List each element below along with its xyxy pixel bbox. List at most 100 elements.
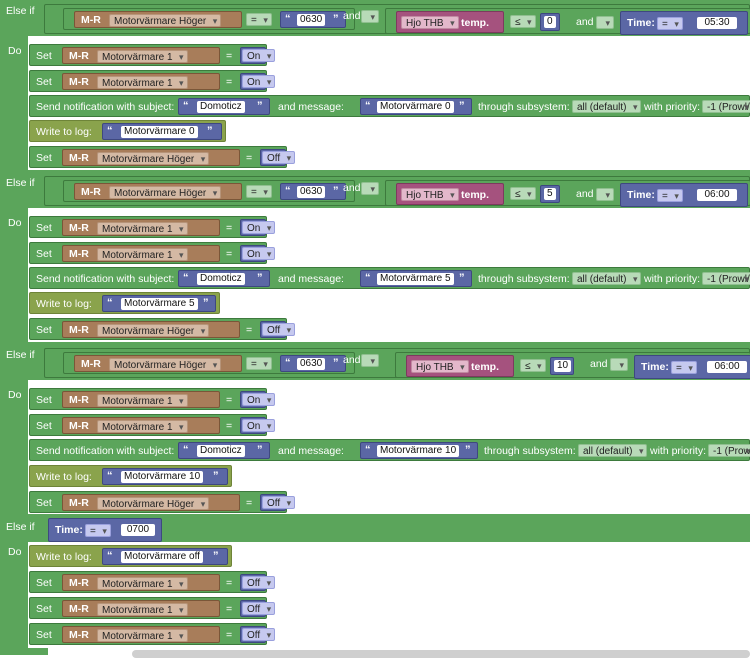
priority-dropdown[interactable]: -1 (Prow — [708, 444, 750, 458]
message-field[interactable]: Motorvärmare 5 — [377, 273, 454, 285]
set-block[interactable]: Set M-R Motorvärmare Höger = Off — [29, 318, 296, 340]
le-dropdown[interactable]: ≤ — [510, 15, 536, 29]
and-block[interactable]: Hjo THB temp. ≤ 5 and Time: = 06:00 — [385, 180, 750, 207]
device-dropdown[interactable]: Motorvärmare Höger — [109, 358, 222, 372]
subsystem-dropdown[interactable]: all (default) — [572, 272, 642, 286]
log-field[interactable]: Motorvärmare 5 — [121, 298, 198, 310]
device-block[interactable]: M-R Motorvärmare Höger — [62, 321, 240, 338]
state-dropdown[interactable]: Off — [242, 576, 276, 590]
set-block[interactable]: Set M-R Motorvärmare Höger = Off — [29, 146, 296, 168]
time-operator[interactable]: = — [671, 361, 697, 375]
state-dropdown[interactable]: On — [242, 247, 276, 261]
code-field[interactable]: 0630 — [297, 358, 326, 370]
condition-and-block[interactable]: M-R Motorvärmare Höger = “ 0630 ” and Hj… — [44, 348, 750, 379]
time-block[interactable]: Time: = 05:30 — [620, 11, 748, 35]
time-value[interactable]: 06:00 — [707, 361, 747, 373]
operator-dropdown[interactable]: = — [246, 357, 272, 371]
set-block[interactable]: Set M-R Motorvärmare 1 = Off — [29, 571, 276, 593]
and-dropdown[interactable] — [596, 188, 614, 202]
set-block[interactable]: Set M-R Motorvärmare 1 = On — [29, 44, 276, 66]
device-dropdown[interactable]: Motorvärmare 1 — [97, 76, 188, 90]
operator-dropdown[interactable]: = — [246, 13, 272, 27]
device-dropdown[interactable]: Motorvärmare Höger — [97, 152, 210, 166]
notification-block[interactable]: Send notification with subject: “ Domoti… — [29, 267, 750, 289]
condition-and-block[interactable]: M-R Motorvärmare Höger = “ 0630 ” and Hj… — [44, 176, 750, 207]
temp-value-block[interactable]: 5 — [540, 185, 560, 203]
subsystem-dropdown[interactable]: all (default) — [578, 444, 648, 458]
set-block[interactable]: Set M-R Motorvärmare 1 = On — [29, 242, 276, 264]
condition-and-block[interactable]: M-R Motorvärmare Höger = “ 0630 ” and Hj… — [44, 4, 750, 35]
set-block[interactable]: Set M-R Motorvärmare Höger = Off — [29, 491, 296, 513]
sensor-dropdown[interactable]: Hjo THB — [401, 16, 459, 30]
device-block[interactable]: M-R Motorvärmare Höger — [74, 355, 242, 372]
time-operator[interactable]: = — [657, 17, 683, 31]
message-block[interactable]: “ Motorvärmare 0 ” — [360, 98, 472, 115]
device-block[interactable]: M-R Motorvärmare 1 — [62, 417, 220, 434]
time-value[interactable]: 0700 — [121, 524, 155, 536]
state-block[interactable]: Off — [240, 574, 276, 591]
subject-block[interactable]: “ Domoticz ” — [178, 270, 270, 287]
temp-value[interactable]: 0 — [544, 16, 556, 28]
device-dropdown[interactable]: Motorvärmare Höger — [109, 186, 222, 200]
log-string-block[interactable]: “ Motorvärmare off ” — [102, 548, 228, 565]
device-block[interactable]: M-R Motorvärmare 1 — [62, 600, 220, 617]
temp-sensor-block[interactable]: Hjo THB temp. — [406, 355, 514, 377]
le-dropdown[interactable]: ≤ — [510, 187, 536, 201]
string-block[interactable]: “ 0630 ” — [280, 183, 346, 200]
device-dropdown[interactable]: Motorvärmare 1 — [97, 50, 188, 64]
state-dropdown[interactable]: On — [242, 49, 276, 63]
time-operator[interactable]: = — [85, 524, 111, 538]
state-dropdown[interactable]: Off — [262, 496, 296, 510]
horizontal-scrollbar[interactable] — [132, 650, 750, 658]
device-dropdown[interactable]: Motorvärmare 1 — [97, 394, 188, 408]
log-field[interactable]: Motorvärmare 10 — [121, 471, 204, 483]
sensor-dropdown[interactable]: Hjo THB — [411, 360, 469, 374]
device-dropdown[interactable]: Motorvärmare 1 — [97, 577, 188, 591]
message-field[interactable]: Motorvärmare 10 — [377, 445, 460, 457]
string-block[interactable]: “ 0630 ” — [280, 355, 346, 372]
set-block[interactable]: Set M-R Motorvärmare 1 = On — [29, 216, 276, 238]
temp-sensor-block[interactable]: Hjo THB temp. — [396, 11, 504, 33]
write-log-block[interactable]: Write to log: “ Motorvärmare 5 ” — [29, 292, 220, 314]
state-block[interactable]: On — [240, 219, 276, 236]
temp-value[interactable]: 10 — [554, 360, 572, 372]
temp-value[interactable]: 5 — [544, 188, 556, 200]
and-dropdown[interactable] — [361, 10, 379, 24]
notification-block[interactable]: Send notification with subject: “ Domoti… — [29, 95, 750, 117]
time-block[interactable]: Time: = 06:00 — [620, 183, 748, 207]
code-field[interactable]: 0630 — [297, 186, 326, 198]
subject-field[interactable]: Domoticz — [197, 273, 245, 285]
state-dropdown[interactable]: Off — [242, 628, 276, 642]
write-log-block[interactable]: Write to log: “ Motorvärmare off ” — [29, 545, 232, 567]
time-operator[interactable]: = — [657, 189, 683, 203]
and-block[interactable]: Hjo THB temp. ≤ 10 and Time: = 06:00 — [395, 352, 750, 379]
subsystem-dropdown[interactable]: all (default) — [572, 100, 642, 114]
priority-dropdown[interactable]: -1 (Prowl/ — [702, 100, 750, 114]
subject-field[interactable]: Domoticz — [197, 445, 245, 457]
state-block[interactable]: On — [240, 417, 276, 434]
and-dropdown[interactable] — [361, 354, 379, 368]
log-string-block[interactable]: “ Motorvärmare 5 ” — [102, 295, 216, 312]
le-dropdown[interactable]: ≤ — [520, 359, 546, 373]
device-block[interactable]: M-R Motorvärmare 1 — [62, 245, 220, 262]
device-dropdown[interactable]: Motorvärmare Höger — [97, 497, 210, 511]
device-block[interactable]: M-R Motorvärmare Höger — [62, 149, 240, 166]
log-string-block[interactable]: “ Motorvärmare 0 ” — [102, 123, 222, 140]
and-dropdown[interactable] — [361, 182, 379, 196]
device-block[interactable]: M-R Motorvärmare 1 — [62, 574, 220, 591]
time-value[interactable]: 06:00 — [697, 189, 737, 201]
write-log-block[interactable]: Write to log: “ Motorvärmare 0 ” — [29, 120, 226, 142]
device-block[interactable]: M-R Motorvärmare 1 — [62, 47, 220, 64]
string-block[interactable]: “ 0630 ” — [280, 11, 346, 28]
state-block[interactable]: Off — [260, 149, 296, 166]
subject-block[interactable]: “ Domoticz ” — [178, 98, 270, 115]
device-block[interactable]: M-R Motorvärmare 1 — [62, 73, 220, 90]
state-block[interactable]: Off — [260, 321, 296, 338]
device-dropdown[interactable]: Motorvärmare 1 — [97, 222, 188, 236]
message-block[interactable]: “ Motorvärmare 5 ” — [360, 270, 472, 287]
operator-dropdown[interactable]: = — [246, 185, 272, 199]
message-block[interactable]: “ Motorvärmare 10 ” — [360, 442, 478, 459]
temp-value-block[interactable]: 10 — [550, 357, 574, 375]
state-dropdown[interactable]: Off — [262, 323, 296, 337]
set-block[interactable]: Set M-R Motorvärmare 1 = Off — [29, 597, 276, 619]
